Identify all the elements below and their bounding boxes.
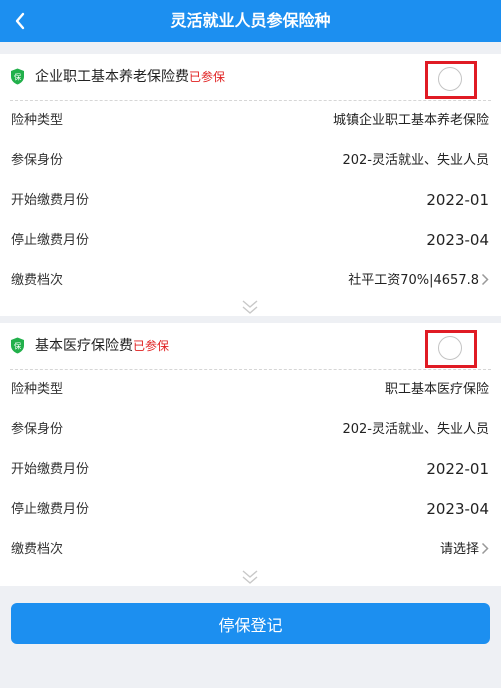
field-label: 停止缴费月份 (11, 233, 90, 248)
field-label: 缴费档次 (11, 273, 64, 288)
page-title: 灵活就业人员参保险种 (170, 11, 331, 30)
field-label: 参保身份 (11, 422, 64, 437)
double-chevron-down-icon[interactable] (240, 568, 260, 586)
field-row-stop-month: 停止缴费月份 2023-04 (0, 221, 501, 261)
card-header: 保 基本医疗保险费已参保 (0, 323, 501, 369)
double-chevron-down-icon[interactable] (240, 298, 260, 316)
shield-icon: 保 (11, 68, 24, 85)
stop-insurance-register-button[interactable]: 停保登记 (11, 603, 490, 644)
field-row-identity: 参保身份 202-灵活就业、失业人员 (0, 410, 501, 450)
field-value: 202-灵活就业、失业人员 (342, 153, 489, 168)
field-label: 开始缴费月份 (11, 462, 90, 477)
select-radio[interactable] (438, 67, 462, 91)
field-value: 2022-01 (426, 191, 489, 209)
insured-status-tag: 已参保 (133, 339, 170, 353)
chevron-right-icon (481, 542, 489, 555)
card-header: 保 企业职工基本养老保险费已参保 (0, 54, 501, 100)
select-radio[interactable] (438, 336, 462, 360)
insurance-card-medical: 保 基本医疗保险费已参保 险种类型 职工基本医疗保险 参保身份 202-灵活就业… (0, 323, 501, 586)
field-value: 职工基本医疗保险 (384, 382, 489, 397)
chevron-right-icon (481, 273, 489, 286)
payment-grade-select[interactable]: 社平工资70%|4657.8 (348, 271, 489, 291)
field-label: 参保身份 (11, 153, 64, 168)
insured-status-tag: 已参保 (189, 70, 226, 84)
field-value: 城镇企业职工基本养老保险 (332, 113, 489, 128)
field-label: 停止缴费月份 (11, 502, 90, 517)
insurance-card-pension: 保 企业职工基本养老保险费已参保 险种类型 城镇企业职工基本养老保险 参保身份 … (0, 54, 501, 316)
field-row-stop-month: 停止缴费月份 2023-04 (0, 490, 501, 530)
app-header: 灵活就业人员参保险种 (0, 0, 501, 42)
insurance-name-text: 企业职工基本养老保险费 (35, 69, 189, 85)
field-value: 2023-04 (426, 231, 489, 249)
insurance-name: 基本医疗保险费已参保 (35, 336, 169, 356)
insurance-name: 企业职工基本养老保险费已参保 (35, 67, 225, 87)
field-label: 开始缴费月份 (11, 193, 90, 208)
field-row-type: 险种类型 职工基本医疗保险 (0, 370, 501, 410)
field-label: 缴费档次 (11, 542, 64, 557)
field-value: 2022-01 (426, 460, 489, 478)
field-label: 险种类型 (11, 382, 64, 397)
shield-icon: 保 (11, 337, 24, 354)
field-value: 请选择 (439, 542, 479, 557)
svg-text:保: 保 (14, 73, 22, 82)
field-row-payment-grade[interactable]: 缴费档次 请选择 (0, 530, 501, 570)
field-label: 险种类型 (11, 113, 64, 128)
svg-text:保: 保 (14, 342, 22, 351)
payment-grade-select[interactable]: 请选择 (440, 540, 489, 560)
field-row-identity: 参保身份 202-灵活就业、失业人员 (0, 141, 501, 181)
field-row-start-month: 开始缴费月份 2022-01 (0, 181, 501, 221)
field-value: 社平工资70%|4657.8 (348, 273, 479, 288)
field-value: 202-灵活就业、失业人员 (342, 422, 489, 437)
field-value: 2023-04 (426, 500, 489, 518)
field-row-payment-grade[interactable]: 缴费档次 社平工资70%|4657.8 (0, 261, 501, 301)
field-row-start-month: 开始缴费月份 2022-01 (0, 450, 501, 490)
field-row-type: 险种类型 城镇企业职工基本养老保险 (0, 101, 501, 141)
insurance-name-text: 基本医疗保险费 (35, 338, 133, 354)
